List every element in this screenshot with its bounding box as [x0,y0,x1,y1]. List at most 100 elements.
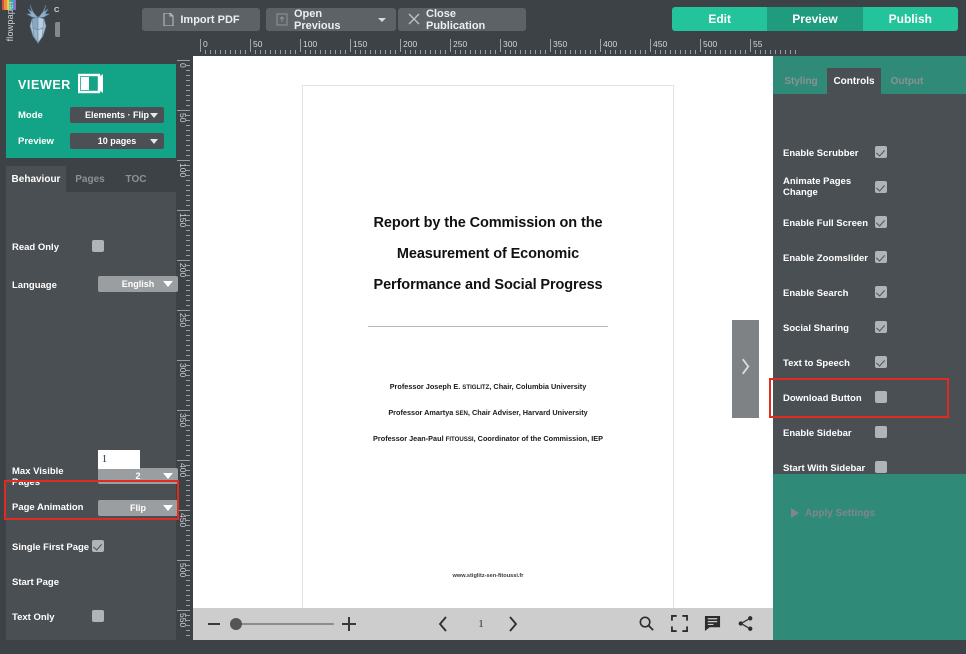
ruler-label: 100 [303,39,318,49]
ruler-minor-tick [186,65,190,66]
zoom-slider-handle[interactable] [230,618,242,630]
enable-zoomslider-checkbox[interactable] [875,251,887,263]
ruler-minor-tick [325,50,326,54]
ruler-minor-tick [560,50,561,54]
ruler-minor-tick [210,50,211,54]
tab-pages[interactable]: Pages [66,166,114,192]
fullscreen-icon[interactable] [671,615,691,633]
logout-button[interactable]: Log Out [55,22,60,37]
page-number-indicator[interactable]: 1 [461,618,501,630]
preview-select[interactable]: 10 pages [70,133,164,149]
ruler-minor-tick [260,50,261,54]
mode-preview-button[interactable]: Preview [767,7,863,31]
next-page-button[interactable] [506,615,520,638]
ruler-minor-tick [186,565,190,566]
social-sharing-checkbox[interactable] [875,321,887,333]
zoom-slider-track[interactable] [231,623,334,625]
open-previous-button[interactable]: Open Previous [266,8,396,32]
ruler-minor-tick [240,50,241,54]
enable-scrubber-checkbox[interactable] [875,146,887,158]
right-tab-bar: Styling Controls Output [769,64,966,94]
ruler-minor-tick [186,350,190,351]
close-publication-button[interactable]: Close Publication [398,8,526,32]
single-first-page-label: Single First Page [12,542,90,553]
search-icon[interactable] [638,615,658,633]
max-visible-pages-select[interactable]: 2 [98,468,178,484]
download-button-checkbox[interactable] [875,391,887,403]
ruler-minor-tick [186,615,190,616]
document-title: Report by the Commission on the Measurem… [333,208,643,301]
page-animation-value: Flip [130,503,146,513]
ruler-minor-tick [710,50,711,54]
read-only-checkbox[interactable] [92,240,104,252]
apply-settings-button-right[interactable]: Apply Settings [805,508,875,519]
chevron-down-icon[interactable] [378,17,386,22]
ruler-minor-tick [186,335,190,336]
ruler-minor-tick [186,390,190,391]
ruler-minor-tick [186,275,190,276]
notes-icon[interactable] [704,615,724,633]
sidebar-expand-handle[interactable] [732,320,759,418]
ruler-minor-tick [186,215,190,216]
ruler-minor-tick [186,105,190,106]
ruler-minor-tick [795,50,796,54]
open-folder-icon [276,13,288,26]
enable-search-checkbox[interactable] [875,286,887,298]
ruler-minor-tick [186,540,190,541]
tab-behaviour[interactable]: Behaviour [6,166,66,192]
zoom-out-button[interactable] [207,617,221,631]
ruler-minor-tick [630,50,631,54]
ruler-minor-tick [215,50,216,54]
ruler-minor-tick [390,50,391,54]
text-to-speech-checkbox[interactable] [875,356,887,368]
share-icon[interactable] [737,615,757,633]
ruler-minor-tick [186,620,190,621]
chevron-down-icon [150,139,158,144]
ruler-minor-tick [186,475,190,476]
ruler-minor-tick [186,505,190,506]
language-select[interactable]: English [98,276,178,292]
zoom-in-button[interactable] [341,616,357,632]
ruler-minor-tick [505,50,506,54]
start-page-input[interactable] [98,450,140,469]
ruler-minor-tick [745,50,746,54]
ruler-tick [200,39,201,52]
ruler-minor-tick [375,50,376,54]
page-animation-select[interactable]: Flip [98,500,178,516]
tab-controls[interactable]: Controls [827,68,881,94]
start-with-sidebar-checkbox[interactable] [875,461,887,473]
previous-page-button[interactable] [436,615,450,638]
ruler-label: 300 [503,39,518,49]
single-first-page-checkbox[interactable] [92,540,104,552]
ruler-minor-tick [385,50,386,54]
ruler-minor-tick [186,635,190,636]
document-page[interactable]: Report by the Commission on the Measurem… [303,86,673,615]
behaviour-settings-body: Read Only Language English Max Visible P… [6,192,178,654]
ruler-minor-tick [730,50,731,54]
ruler-tick [400,39,401,52]
ruler-minor-tick [585,50,586,54]
tab-output[interactable]: Output [881,68,933,94]
ruler-minor-tick [186,150,190,151]
ruler-label: 200 [403,39,418,49]
ruler-minor-tick [186,535,190,536]
ruler-minor-tick [186,320,190,321]
ruler-minor-tick [186,405,190,406]
mode-edit-button[interactable]: Edit [672,7,768,31]
enable-sidebar-checkbox[interactable] [875,426,887,438]
ruler-minor-tick [186,220,190,221]
ruler-minor-tick [230,50,231,54]
enable-full-screen-checkbox[interactable] [875,216,887,228]
ruler-minor-tick [186,455,190,456]
tab-toc[interactable]: TOC [114,166,158,192]
tab-styling[interactable]: Styling [775,68,827,94]
ruler-minor-tick [515,50,516,54]
mode-select[interactable]: Elements · Flip [70,107,164,123]
ruler-label: 250 [453,39,468,49]
ruler-minor-tick [780,50,781,54]
import-pdf-button[interactable]: Import PDF [142,8,260,31]
mode-publish-button[interactable]: Publish [862,7,958,31]
document-website: www.stiglitz-sen-fitoussi.fr [452,573,524,579]
text-only-checkbox[interactable] [92,610,104,622]
animate-pages-change-checkbox[interactable] [875,181,887,193]
